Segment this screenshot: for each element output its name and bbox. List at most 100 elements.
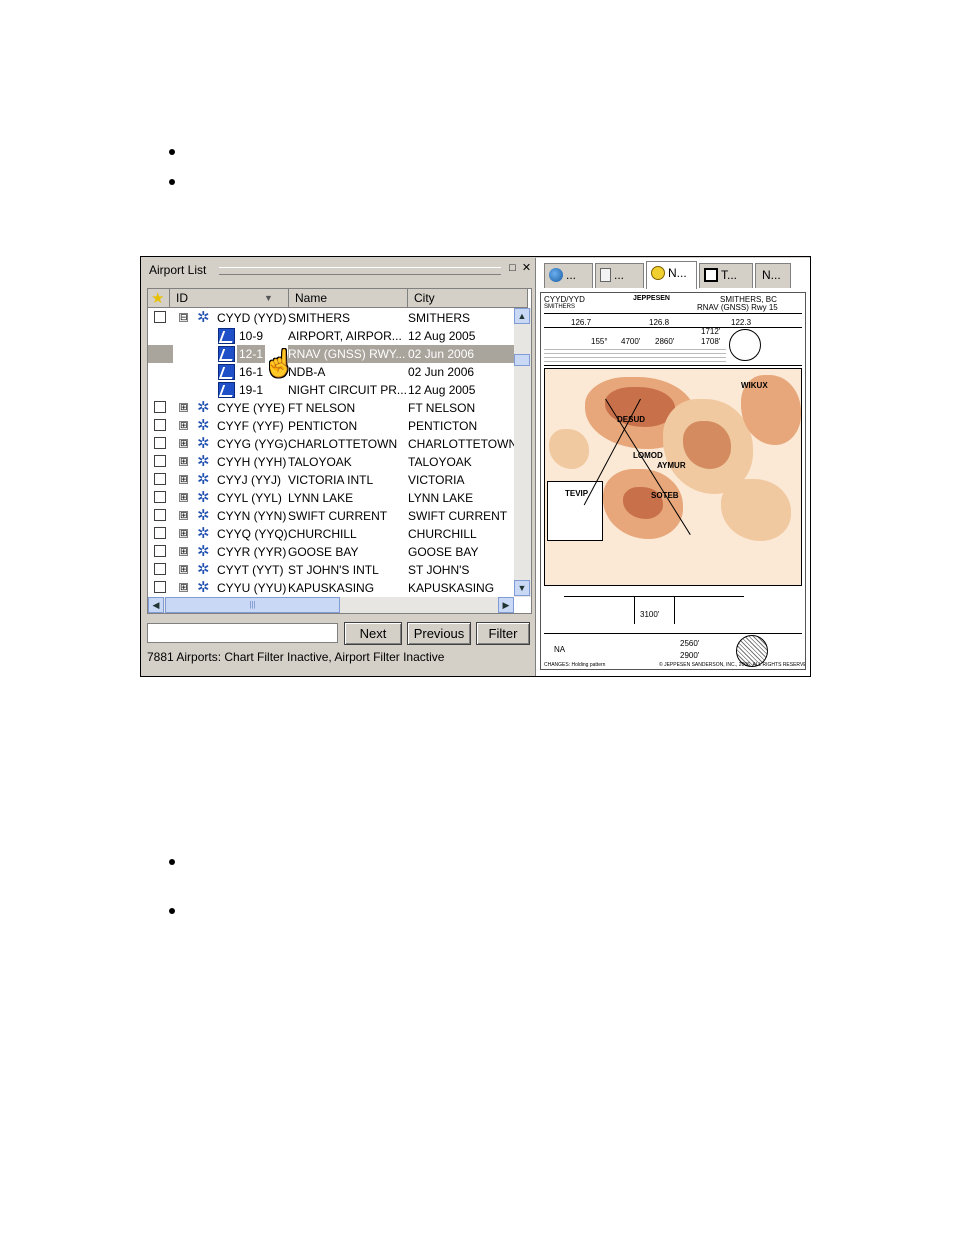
horizontal-scroll-thumb[interactable]: ||| xyxy=(165,597,340,613)
row-name: SWIFT CURRENT xyxy=(288,509,388,523)
favorite-checkbox[interactable] xyxy=(154,545,166,557)
row-city: CHURCHILL xyxy=(408,527,477,541)
favorite-checkbox[interactable] xyxy=(154,437,166,449)
row-id: CYYD (YYD) xyxy=(217,311,287,325)
search-input[interactable] xyxy=(147,623,338,643)
circling-minima: 2560' xyxy=(680,639,700,648)
favorite-checkbox[interactable] xyxy=(154,311,166,323)
expand-toggle[interactable]: ⊞ xyxy=(179,547,188,556)
final-course: 155° xyxy=(591,337,608,346)
favorite-checkbox[interactable] xyxy=(154,563,166,575)
mda-altitude: 2860' xyxy=(655,337,675,346)
row-id: CYYE (YYE) xyxy=(217,401,286,415)
expand-toggle[interactable]: ⊞ xyxy=(179,583,188,592)
scroll-down-button[interactable]: ▼ xyxy=(514,580,530,596)
close-button[interactable]: ✕ xyxy=(520,262,533,275)
airport-row[interactable]: ⊞ ✲ CYYQ (YYQ) CHURCHILL CHURCHILL xyxy=(148,525,514,543)
profile-line xyxy=(674,596,675,624)
notam-icon xyxy=(651,265,665,280)
airport-row[interactable]: ⊞ ✲ CYYE (YYE) FT NELSON FT NELSON xyxy=(148,399,514,417)
favorite-checkbox[interactable] xyxy=(154,527,166,539)
scroll-up-button[interactable]: ▲ xyxy=(514,308,530,324)
chart-row[interactable]: 19-1 NIGHT CIRCUIT PR... 12 Aug 2005 xyxy=(148,381,514,399)
chart-row[interactable]: 10-9 AIRPORT, AIRPOR... 12 Aug 2005 xyxy=(148,327,514,345)
favorites-column-header[interactable]: ★ xyxy=(148,289,170,308)
bullet-point xyxy=(169,149,175,155)
airport-tree-list[interactable]: ★ ID ▼ Name City ⊟ ✲ CYYD (YYD) SMITHERS SMI… xyxy=(147,288,532,614)
book-icon xyxy=(704,267,718,282)
expand-toggle[interactable]: ⊞ xyxy=(179,565,188,574)
fix-altitude: 4700' xyxy=(621,337,641,346)
expand-toggle[interactable]: ⊞ xyxy=(179,511,188,520)
favorite-checkbox[interactable] xyxy=(154,491,166,503)
tab-globe[interactable]: ... xyxy=(544,263,593,288)
tab-book[interactable]: T... xyxy=(699,263,753,288)
expand-toggle[interactable]: ⊞ xyxy=(179,421,188,430)
profile-line xyxy=(564,596,744,597)
name-column-header[interactable]: Name xyxy=(289,289,408,308)
expand-toggle[interactable]: ⊞ xyxy=(179,529,188,538)
tab-chart-page[interactable]: ... xyxy=(595,263,644,288)
airport-row[interactable]: ⊞ ✲ CYYF (YYF) PENTICTON PENTICTON xyxy=(148,417,514,435)
tab-label: N... xyxy=(762,268,781,282)
airport-row[interactable]: ⊞ ✲ CYYN (YYN) SWIFT CURRENT SWIFT CURRENT xyxy=(148,507,514,525)
airport-row[interactable]: ⊟ ✲ CYYD (YYD) SMITHERS SMITHERS xyxy=(148,309,514,327)
tab-more[interactable]: N... xyxy=(755,263,791,288)
expand-toggle[interactable]: ⊟ xyxy=(179,313,188,322)
application-screenshot: Airport List □ ✕ ★ ID ▼ Name City ⊟ ✲ CYYD… xyxy=(140,256,811,677)
airport-row[interactable]: ⊞ ✲ CYYG (YYG) CHARLOTTETOWN CHARLOTTETOWN xyxy=(148,435,514,453)
expand-toggle[interactable]: ⊞ xyxy=(179,403,188,412)
favorite-checkbox[interactable] xyxy=(154,581,166,593)
row-city: ST JOHN'S xyxy=(408,563,470,577)
approach-chart-plate[interactable]: CYYD/YYD SMITHERS JEPPESEN SMITHERS, BC … xyxy=(540,292,806,670)
tab-notam[interactable]: N... xyxy=(646,261,697,289)
favorite-checkbox[interactable] xyxy=(154,509,166,521)
vertical-scroll-thumb[interactable] xyxy=(514,354,530,366)
scroll-left-button[interactable]: ◀ xyxy=(148,597,164,613)
airport-row[interactable]: ⊞ ✲ CYYR (YYR) GOOSE BAY GOOSE BAY xyxy=(148,543,514,561)
plate-city: SMITHERS xyxy=(544,304,576,310)
city-column-header[interactable]: City xyxy=(408,289,528,308)
expand-toggle[interactable]: ⊞ xyxy=(179,457,188,466)
expand-toggle[interactable]: ⊞ xyxy=(179,475,188,484)
airport-elevation: 1712' xyxy=(701,327,721,336)
airport-row[interactable]: ⊞ ✲ CYYU (YYU) KAPUSKASING KAPUSKASING xyxy=(148,579,514,597)
fix-label: AYMUR xyxy=(657,461,686,470)
row-id: 12-1 xyxy=(237,345,266,363)
previous-button[interactable]: Previous xyxy=(407,622,471,645)
chart-row[interactable]: 16-1 NDB-A 02 Jun 2006 xyxy=(148,363,514,381)
scroll-right-button[interactable]: ▶ xyxy=(498,597,514,613)
airport-row[interactable]: ⊞ ✲ CYYL (YYL) LYNN LAKE LYNN LAKE xyxy=(148,489,514,507)
chart-page-icon xyxy=(600,267,611,282)
expand-toggle[interactable]: ⊞ xyxy=(179,493,188,502)
restore-button[interactable]: □ xyxy=(506,262,519,275)
favorite-checkbox[interactable] xyxy=(154,401,166,413)
row-id: 19-1 xyxy=(239,383,264,397)
airport-row[interactable]: ⊞ ✲ CYYT (YYT) ST JOHN'S INTL ST JOHN'S xyxy=(148,561,514,579)
vertical-scrollbar[interactable]: ▲ ▼ xyxy=(514,308,531,597)
panel-title-bar[interactable]: Airport List □ ✕ xyxy=(142,258,534,282)
approach-chart-icon xyxy=(218,346,235,362)
airport-gear-icon: ✲ xyxy=(197,453,210,470)
id-column-header[interactable]: ID ▼ xyxy=(170,289,289,308)
tdze: 1708' xyxy=(701,337,721,346)
approach-chart-icon xyxy=(218,382,235,398)
drag-grip[interactable] xyxy=(219,267,501,275)
expand-toggle[interactable]: ⊞ xyxy=(179,439,188,448)
airport-row[interactable]: ⊞ ✲ CYYJ (YYJ) VICTORIA INTL VICTORIA xyxy=(148,471,514,489)
airport-row[interactable]: ⊞ ✲ CYYH (YYH) TALOYOAK TALOYOAK xyxy=(148,453,514,471)
approach-chart-icon xyxy=(218,364,235,380)
row-name: KAPUSKASING xyxy=(288,581,375,595)
horizontal-scrollbar[interactable]: ◀ ||| ▶ xyxy=(148,597,514,613)
favorite-checkbox[interactable] xyxy=(154,455,166,467)
airport-gear-icon: ✲ xyxy=(197,525,210,542)
chart-row[interactable]: 12-1 RNAV (GNSS) RWY... 02 Jun 2006 xyxy=(148,345,514,363)
favorite-checkbox[interactable] xyxy=(154,473,166,485)
row-city: SMITHERS xyxy=(408,311,471,325)
next-button[interactable]: Next xyxy=(344,622,402,645)
filter-button[interactable]: Filter xyxy=(476,622,530,645)
row-id: CYYJ (YYJ) xyxy=(217,473,282,487)
plate-rule xyxy=(544,327,802,328)
plate-rule xyxy=(544,365,802,366)
favorite-checkbox[interactable] xyxy=(154,419,166,431)
